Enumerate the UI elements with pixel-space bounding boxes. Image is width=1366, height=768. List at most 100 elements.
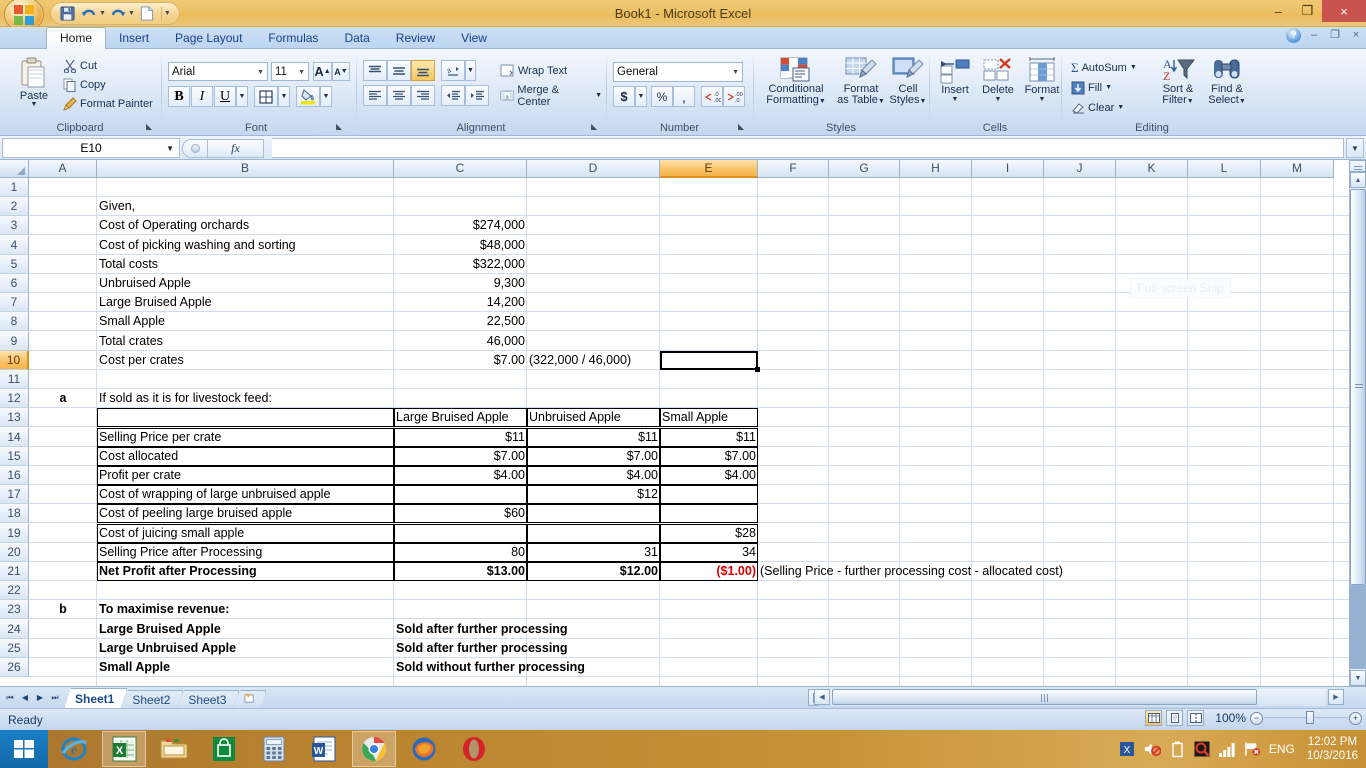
column-header-A[interactable]: A bbox=[29, 160, 97, 178]
select-all-corner[interactable] bbox=[0, 160, 29, 178]
cell-B7[interactable]: Large Bruised Apple bbox=[97, 293, 394, 312]
cell-F21[interactable]: (Selling Price - further processing cost… bbox=[758, 562, 1063, 581]
fill-color-button[interactable] bbox=[296, 86, 320, 107]
currency-format-button[interactable]: $ bbox=[613, 86, 635, 107]
row-header-19[interactable]: 19 bbox=[0, 524, 29, 543]
cell-C3[interactable]: $274,000 bbox=[394, 216, 527, 235]
format-painter-button[interactable]: Format Painter bbox=[60, 94, 156, 113]
sheet-tab-sheet3[interactable]: Sheet3 bbox=[177, 690, 239, 709]
row-header-17[interactable]: 17 bbox=[0, 485, 29, 504]
row-header-16[interactable]: 16 bbox=[0, 466, 29, 485]
currency-dropdown[interactable]: ▼ bbox=[635, 86, 647, 107]
cell-A23[interactable]: b bbox=[29, 600, 97, 619]
column-header-E[interactable]: E bbox=[660, 160, 758, 178]
underline-dropdown[interactable]: ▼ bbox=[236, 86, 248, 107]
conditional-formatting-button[interactable]: Conditional Formatting▼ bbox=[758, 56, 834, 107]
row-header-3[interactable]: 3 bbox=[0, 216, 29, 235]
close-button[interactable]: × bbox=[1322, 0, 1366, 22]
cell-C8[interactable]: 22,500 bbox=[394, 312, 527, 331]
name-box-dropdown-arrow[interactable]: ▼ bbox=[166, 144, 174, 153]
tray-search-icon[interactable] bbox=[1194, 741, 1211, 758]
insert-cells-button[interactable]: Insert ▼ bbox=[936, 56, 974, 103]
taskbar-file-explorer[interactable] bbox=[152, 731, 196, 767]
row-header-7[interactable]: 7 bbox=[0, 293, 29, 312]
cell-C6[interactable]: 9,300 bbox=[394, 274, 527, 293]
taskbar-internet-explorer[interactable]: e bbox=[52, 731, 96, 767]
tab-insert[interactable]: Insert bbox=[106, 27, 162, 49]
taskbar-calculator[interactable] bbox=[252, 731, 296, 767]
number-format-combo[interactable]: General ▼ bbox=[613, 62, 743, 82]
column-header-J[interactable]: J bbox=[1044, 160, 1116, 178]
row-header-8[interactable]: 8 bbox=[0, 312, 29, 331]
name-box[interactable]: E10 ▼ bbox=[2, 138, 180, 158]
italic-button[interactable]: I bbox=[191, 86, 213, 107]
cell-B25[interactable]: Large Unbruised Apple bbox=[97, 639, 394, 658]
column-header-F[interactable]: F bbox=[758, 160, 829, 178]
workbook-minimize-button[interactable]: – bbox=[1306, 28, 1322, 43]
next-sheet-button[interactable]: ▶ bbox=[33, 690, 47, 705]
column-header-L[interactable]: L bbox=[1188, 160, 1261, 178]
cell-B26[interactable]: Small Apple bbox=[97, 658, 394, 677]
paste-button[interactable]: Paste ▼ bbox=[10, 56, 58, 108]
scroll-down-button[interactable]: ▼ bbox=[1350, 670, 1366, 686]
decrease-indent-button[interactable] bbox=[441, 85, 465, 106]
number-format-dropdown-arrow[interactable]: ▼ bbox=[732, 69, 739, 76]
row-header-14[interactable]: 14 bbox=[0, 428, 29, 447]
cell-B5[interactable]: Total costs bbox=[97, 255, 394, 274]
font-name-dropdown-arrow[interactable]: ▼ bbox=[257, 69, 264, 76]
cell-B10[interactable]: Cost per crates bbox=[97, 351, 394, 370]
zoom-slider[interactable]: − + bbox=[1250, 711, 1362, 725]
clear-dropdown-arrow[interactable]: ▼ bbox=[1117, 104, 1124, 111]
tray-clock[interactable]: 12:02 PM 10/3/2016 bbox=[1303, 735, 1358, 763]
row-header-11[interactable]: 11 bbox=[0, 370, 29, 389]
merge-center-dropdown-arrow[interactable]: ▼ bbox=[595, 92, 602, 99]
zoom-level[interactable]: 100% bbox=[1208, 711, 1246, 725]
workbook-restore-button[interactable]: ❐ bbox=[1327, 28, 1343, 43]
last-sheet-button[interactable]: ⏭ bbox=[48, 690, 62, 705]
cell-C5[interactable]: $322,000 bbox=[394, 255, 527, 274]
row-header-23[interactable]: 23 bbox=[0, 600, 29, 619]
cell-A12[interactable]: a bbox=[29, 389, 97, 408]
vertical-scroll-track[interactable] bbox=[1350, 585, 1366, 669]
conditional-formatting-dropdown-arrow[interactable]: ▼ bbox=[819, 98, 826, 105]
row-header-22[interactable]: 22 bbox=[0, 581, 29, 600]
column-header-C[interactable]: C bbox=[394, 160, 527, 178]
format-as-table-button[interactable]: Format as Table▼ bbox=[836, 56, 886, 107]
column-header-B[interactable]: B bbox=[97, 160, 394, 178]
scroll-right-button[interactable]: ▶ bbox=[1328, 689, 1344, 705]
merge-center-button[interactable]: a Merge & Center ▼ bbox=[497, 84, 605, 108]
cell-B12[interactable]: If sold as it is for livestock feed: bbox=[97, 389, 394, 408]
cell-B24[interactable]: Large Bruised Apple bbox=[97, 620, 394, 639]
workbook-close-button[interactable]: × bbox=[1348, 28, 1364, 43]
percent-format-button[interactable]: % bbox=[651, 86, 673, 107]
shrink-font-button[interactable]: A ▼ bbox=[332, 62, 350, 81]
page-break-view-button[interactable] bbox=[1187, 710, 1204, 726]
scroll-left-button[interactable]: ◀ bbox=[814, 689, 830, 705]
row-header-26[interactable]: 26 bbox=[0, 658, 29, 677]
sheet-tab-sheet1[interactable]: Sheet1 bbox=[64, 688, 127, 709]
align-left-button[interactable] bbox=[363, 85, 387, 106]
tab-view[interactable]: View bbox=[448, 27, 500, 49]
cell-B8[interactable]: Small Apple bbox=[97, 312, 394, 331]
bold-button[interactable]: B bbox=[168, 86, 190, 107]
cell-area[interactable]: Given, Cost of Operating orchards $274,000… bbox=[29, 178, 1349, 686]
cell-B3[interactable]: Cost of Operating orchards bbox=[97, 216, 394, 235]
align-center-button[interactable] bbox=[387, 85, 411, 106]
decrease-decimal-button[interactable]: .00 .0 bbox=[723, 86, 745, 107]
taskbar-excel[interactable]: X bbox=[102, 731, 146, 767]
orientation-button[interactable]: a bbox=[441, 60, 465, 81]
cell-B23[interactable]: To maximise revenue: bbox=[97, 600, 394, 619]
row-header-1[interactable]: 1 bbox=[0, 178, 29, 197]
expand-formula-bar-button[interactable]: ▼ bbox=[1346, 138, 1364, 158]
cell-C10[interactable]: $7.00 bbox=[394, 351, 527, 370]
column-header-D[interactable]: D bbox=[527, 160, 660, 178]
font-name-combo[interactable]: Arial ▼ bbox=[168, 62, 268, 81]
scroll-up-button[interactable]: ▲ bbox=[1350, 172, 1366, 188]
tray-action-center-icon[interactable] bbox=[1244, 741, 1261, 758]
fill-button[interactable]: Fill ▼ bbox=[1068, 78, 1115, 97]
font-dialog-launcher[interactable]: ◣ bbox=[336, 122, 347, 133]
row-header-15[interactable]: 15 bbox=[0, 447, 29, 466]
row-header-9[interactable]: 9 bbox=[0, 332, 29, 351]
row-header-10[interactable]: 10 bbox=[0, 351, 29, 370]
start-button[interactable] bbox=[0, 730, 48, 768]
